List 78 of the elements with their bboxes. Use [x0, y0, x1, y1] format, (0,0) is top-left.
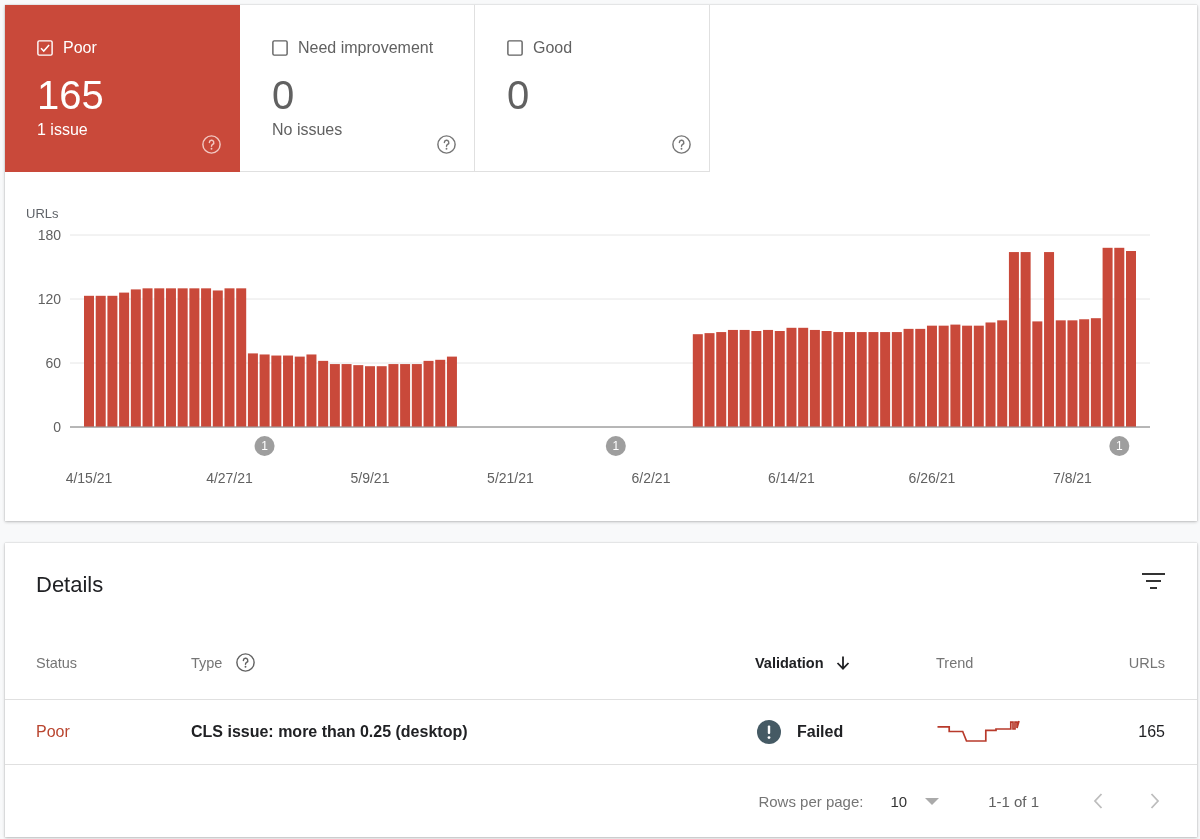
help-icon[interactable]: [236, 653, 256, 672]
bar: [763, 329, 774, 427]
bar: [119, 292, 130, 427]
rows-per-page-select[interactable]: 10: [890, 792, 940, 810]
bar: [201, 288, 212, 427]
filter-icon[interactable]: [1142, 573, 1165, 589]
bar: [798, 327, 809, 427]
bar: [247, 353, 258, 427]
exclamation-icon: [757, 720, 781, 744]
url-count: 0: [507, 73, 530, 117]
x-tick-label: 4/15/21: [65, 470, 113, 486]
bar: [329, 364, 340, 427]
issue-summary: 1 issue: [37, 120, 88, 140]
x-tick-label: 4/27/21: [206, 470, 253, 486]
column-header[interactable]: Status: [36, 654, 78, 671]
bar: [1090, 318, 1101, 427]
y-tick-label: 0: [53, 419, 61, 435]
rows-per-page-label: Rows per page:: [758, 792, 864, 810]
bar: [891, 332, 902, 427]
status-cell: Poor: [36, 723, 70, 741]
bar: [692, 334, 703, 427]
status-tile[interactable]: Good 0: [475, 5, 710, 172]
x-tick-label: 6/14/21: [768, 470, 815, 486]
bar: [962, 325, 973, 427]
y-tick-label: 60: [45, 355, 61, 371]
column-header[interactable]: Validation: [755, 654, 824, 671]
caret-icon[interactable]: [925, 797, 940, 805]
column-header[interactable]: URLs: [1128, 654, 1165, 671]
bar: [1044, 252, 1055, 427]
validation-cell: Failed: [797, 723, 844, 741]
bar: [845, 332, 856, 427]
column-header[interactable]: Trend: [936, 654, 974, 671]
help-icon[interactable]: [672, 135, 691, 154]
bar: [400, 364, 411, 427]
bar: [130, 289, 141, 427]
bar: [446, 356, 457, 427]
arrow-down-icon[interactable]: [835, 655, 850, 670]
x-tick-label: 7/8/21: [1053, 470, 1092, 486]
bar: [364, 366, 375, 427]
x-tick-label: 5/9/21: [350, 470, 390, 486]
bar: [973, 325, 984, 427]
annotation-marker[interactable]: 1: [605, 436, 626, 456]
bar: [318, 360, 329, 427]
bar: [165, 288, 176, 427]
bar: [1008, 252, 1019, 427]
x-tick-label: 6/26/21: [908, 470, 956, 486]
x-tick-label: 5/21/21: [487, 470, 534, 486]
bar: [1126, 251, 1136, 427]
y-tick-label: 180: [37, 227, 61, 243]
y-tick-label: 120: [37, 291, 61, 307]
y-axis-title: URLs: [26, 205, 59, 221]
bar: [236, 288, 247, 427]
type-cell: CLS issue: more than 0.25 (desktop): [191, 723, 468, 741]
bar: [727, 329, 738, 427]
tile-label: Need improvement: [298, 37, 434, 58]
bar: [1079, 319, 1090, 427]
annotation-marker[interactable]: 1: [1109, 436, 1130, 456]
bar: [411, 364, 422, 427]
help-icon[interactable]: [437, 135, 456, 154]
annotation-marker[interactable]: 1: [254, 436, 275, 456]
issue-summary: No issues: [272, 120, 343, 140]
bar: [880, 332, 891, 427]
tile-label: Poor: [63, 37, 97, 58]
column-header[interactable]: Type: [191, 654, 223, 671]
url-count: 165: [37, 73, 104, 117]
bar: [84, 295, 94, 427]
bar: [809, 329, 820, 427]
urls-cell: 165: [1138, 723, 1165, 741]
status-tile[interactable]: Need improvement 0 No issues: [240, 5, 475, 172]
url-count: 0: [272, 73, 295, 117]
section-title: Details: [36, 571, 104, 599]
checkbox[interactable]: [272, 39, 288, 56]
bar: [926, 325, 937, 427]
x-tick-label: 6/2/21: [631, 470, 671, 486]
tile-label: Good: [533, 37, 573, 58]
checkbox[interactable]: [507, 39, 523, 56]
bar: [283, 355, 294, 427]
page-range: 1-1 of 1: [988, 792, 1039, 810]
